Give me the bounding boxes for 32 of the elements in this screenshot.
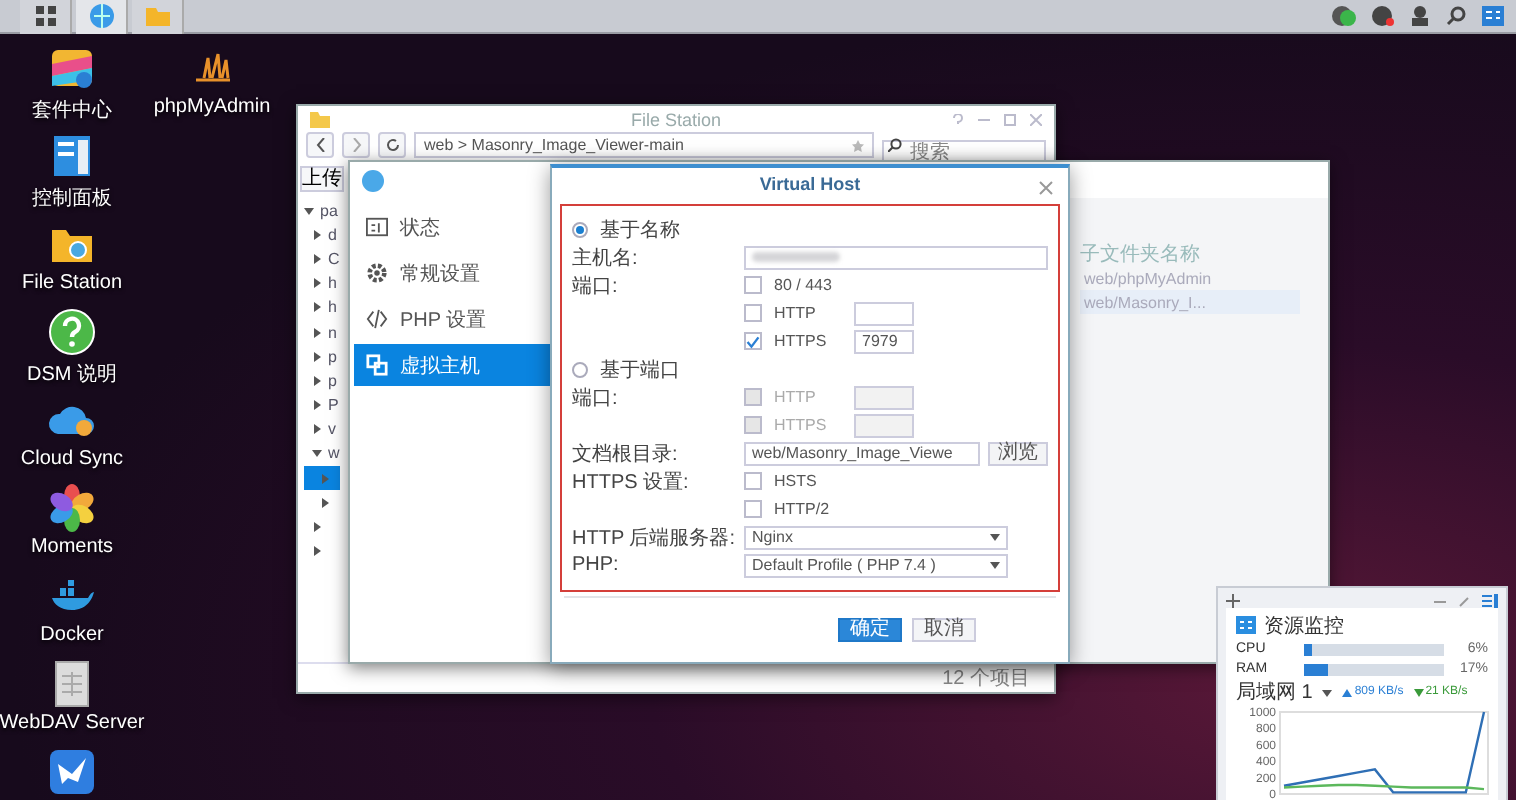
- field-label: 端口:: [572, 385, 620, 412]
- field-label: PHP:: [572, 554, 621, 577]
- tree-label: p: [328, 371, 337, 390]
- checkbox-label: HTTP: [774, 304, 818, 323]
- field-label: HTTP 后端服务器:: [572, 525, 737, 552]
- tree-label: h: [328, 274, 337, 293]
- dialog-title: Virtual Host: [759, 173, 861, 194]
- checkbox-label: HSTS: [774, 472, 819, 491]
- tree-label: d: [328, 225, 337, 244]
- field-label: HTTPS 设置:: [572, 469, 691, 496]
- field-label: 主机名:: [572, 245, 640, 272]
- item-count: 12 个项目: [942, 666, 1030, 692]
- radio-label: 基于名称: [600, 217, 682, 244]
- field-label: 文档根目录:: [572, 441, 680, 468]
- checkbox-label: 80 / 443: [774, 276, 834, 295]
- checkbox-label: HTTPS: [774, 332, 829, 351]
- radio-label: 基于端口: [600, 357, 682, 384]
- tree-label: h: [328, 298, 337, 317]
- tree-label: C: [328, 249, 340, 268]
- window-title: File Station: [630, 109, 722, 129]
- tree-label: n: [328, 323, 337, 342]
- tree-label: v: [328, 420, 336, 439]
- checkbox-label: HTTPS: [774, 416, 829, 435]
- tree-label: pa: [320, 201, 338, 220]
- tree-label: P: [328, 396, 339, 415]
- tree-label: w: [328, 444, 340, 463]
- checkbox-label: HTTP/2: [774, 500, 832, 519]
- checkbox-label: HTTP: [774, 388, 818, 407]
- field-label: 端口:: [572, 273, 620, 300]
- column-header: 子文件夹名称: [1080, 241, 1200, 268]
- widget-title: 资源监控: [1264, 613, 1344, 639]
- tree-label: p: [328, 347, 337, 366]
